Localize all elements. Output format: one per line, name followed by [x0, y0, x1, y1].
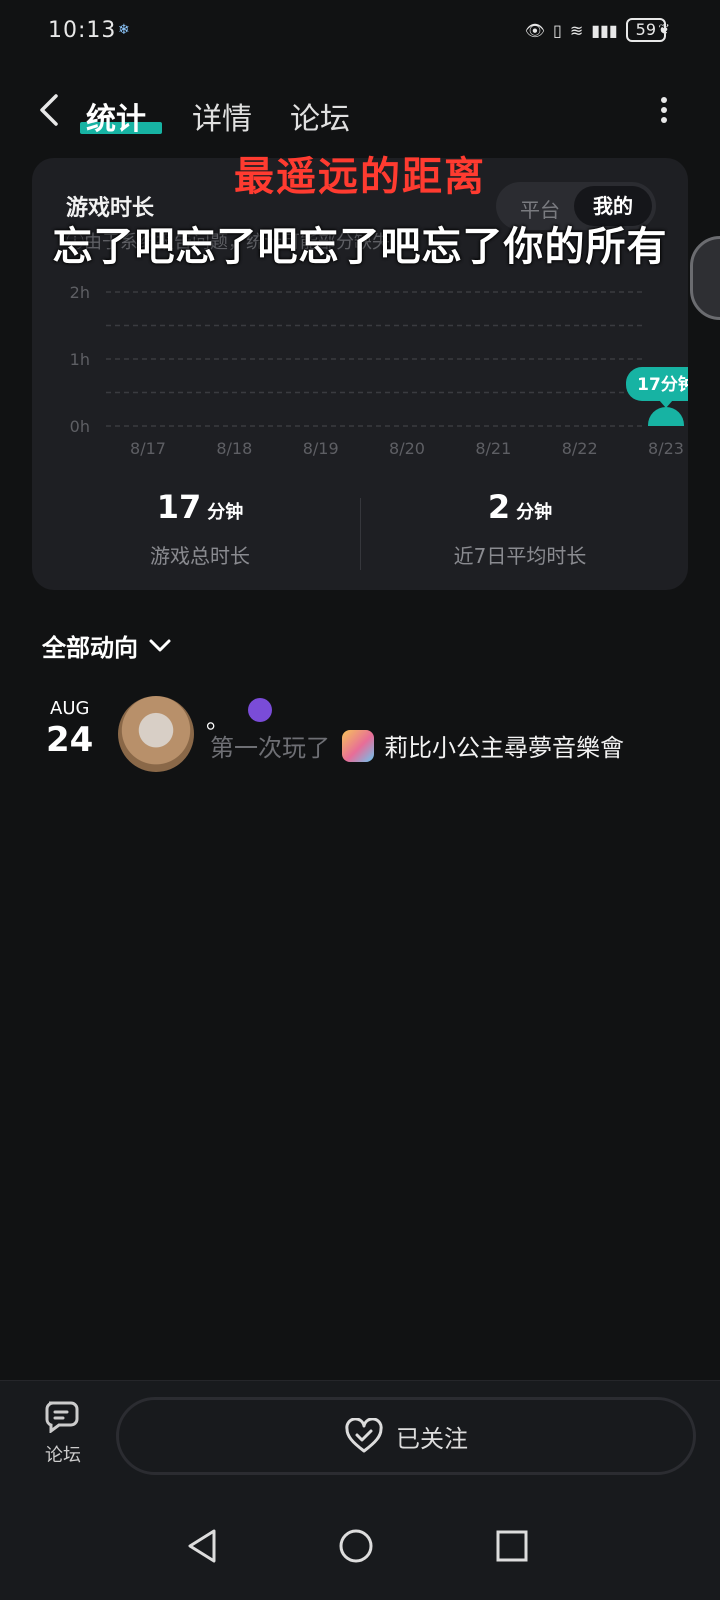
forum-icon	[45, 1401, 79, 1434]
nav-recents-icon[interactable]	[496, 1530, 528, 1562]
game-name[interactable]: 莉比小公主尋夢音樂會	[384, 728, 624, 763]
more-icon[interactable]	[660, 96, 668, 124]
weather-icon: ❄	[118, 22, 130, 38]
nav-home-icon[interactable]	[338, 1528, 374, 1564]
feed-filter-label: 全部动向	[42, 634, 138, 662]
avg-playtime-value: 2	[487, 488, 511, 526]
total-playtime-unit: 分钟	[207, 502, 244, 523]
activity-text: 第一次玩了	[210, 734, 330, 762]
feed-date-month: AUG	[50, 698, 90, 719]
x-tick-label: 8/17	[130, 439, 166, 458]
y-tick-label: 1h	[70, 350, 90, 369]
x-tick-label: 8/20	[389, 439, 425, 458]
tab-forum[interactable]: 论坛	[290, 94, 350, 138]
list-item[interactable]: AUG 24 。 第一次玩了 莉比小公主尋夢音樂會	[0, 690, 720, 780]
chart-bar[interactable]	[648, 407, 684, 426]
avg-playtime: 2 分钟 近7日平均时长	[360, 488, 680, 569]
status-icons: 👁 ▯ ≋ ▮▮▮ 59	[525, 18, 666, 42]
follow-button[interactable]: 已关注	[116, 1397, 696, 1475]
vibrate-icon: ▯	[553, 20, 562, 40]
status-time: 10:13	[48, 18, 117, 43]
tab-details[interactable]: 详情	[192, 94, 252, 138]
y-tick-label: 0h	[70, 417, 90, 436]
wifi-icon: ≋	[569, 20, 584, 40]
avg-playtime-label: 近7日平均时长	[453, 544, 587, 568]
bar-value-bubble: 17分钟	[626, 367, 688, 409]
follow-label: 已关注	[396, 1424, 468, 1453]
system-nav-bar	[0, 1500, 720, 1600]
back-icon[interactable]	[34, 90, 70, 130]
feed-activity: 第一次玩了 莉比小公主尋夢音樂會	[210, 728, 624, 763]
forum-button[interactable]: 论坛	[36, 1399, 90, 1467]
nav-back-icon[interactable]	[186, 1528, 218, 1564]
bubble-pointer	[659, 400, 673, 409]
overlay-caption-white: 忘了吧忘了吧忘了吧忘了你的所有	[52, 224, 668, 270]
x-tick-label: 8/23	[648, 439, 684, 458]
avg-playtime-unit: 分钟	[516, 502, 553, 523]
top-nav: 统计 详情 论坛	[0, 80, 720, 140]
total-playtime-value: 17	[156, 488, 202, 526]
eye-icon: 👁	[524, 20, 545, 40]
leaf-icon: ❦	[658, 22, 670, 38]
signal-icon: ▮▮▮	[591, 20, 618, 40]
feed-filter[interactable]: 全部动向	[42, 628, 172, 663]
bubble-label: 17分钟	[637, 374, 688, 395]
floating-ball[interactable]	[690, 236, 720, 320]
game-icon	[342, 729, 374, 762]
heart-check-icon	[345, 1418, 383, 1453]
user-badge-icon	[248, 698, 272, 722]
x-tick-label: 8/22	[562, 439, 598, 458]
total-playtime-label: 游戏总时长	[150, 544, 250, 568]
y-tick-label: 2h	[70, 283, 90, 302]
x-tick-label: 8/21	[475, 439, 511, 458]
bottom-action-bar: 论坛 已关注	[0, 1380, 720, 1500]
forum-label: 论坛	[45, 1445, 81, 1466]
total-playtime: 17 分钟 游戏总时长	[40, 488, 360, 569]
feed-date-day: 24	[46, 720, 94, 760]
chevron-down-icon	[149, 639, 171, 651]
playtime-chart: 0h 1h 2h 8/17 8/18 8/19 8/20 8/21 8/22 8/23 17分钟	[70, 283, 688, 458]
x-tick-label: 8/18	[216, 439, 252, 458]
overlay-caption-red: 最遥远的距离	[234, 154, 486, 200]
status-bar: 10:13 ❄ 👁 ▯ ≋ ▮▮▮ 59 ❦	[0, 0, 720, 64]
avatar[interactable]	[118, 696, 194, 772]
tab-stats[interactable]: 统计	[86, 94, 146, 138]
x-tick-label: 8/19	[303, 439, 339, 458]
